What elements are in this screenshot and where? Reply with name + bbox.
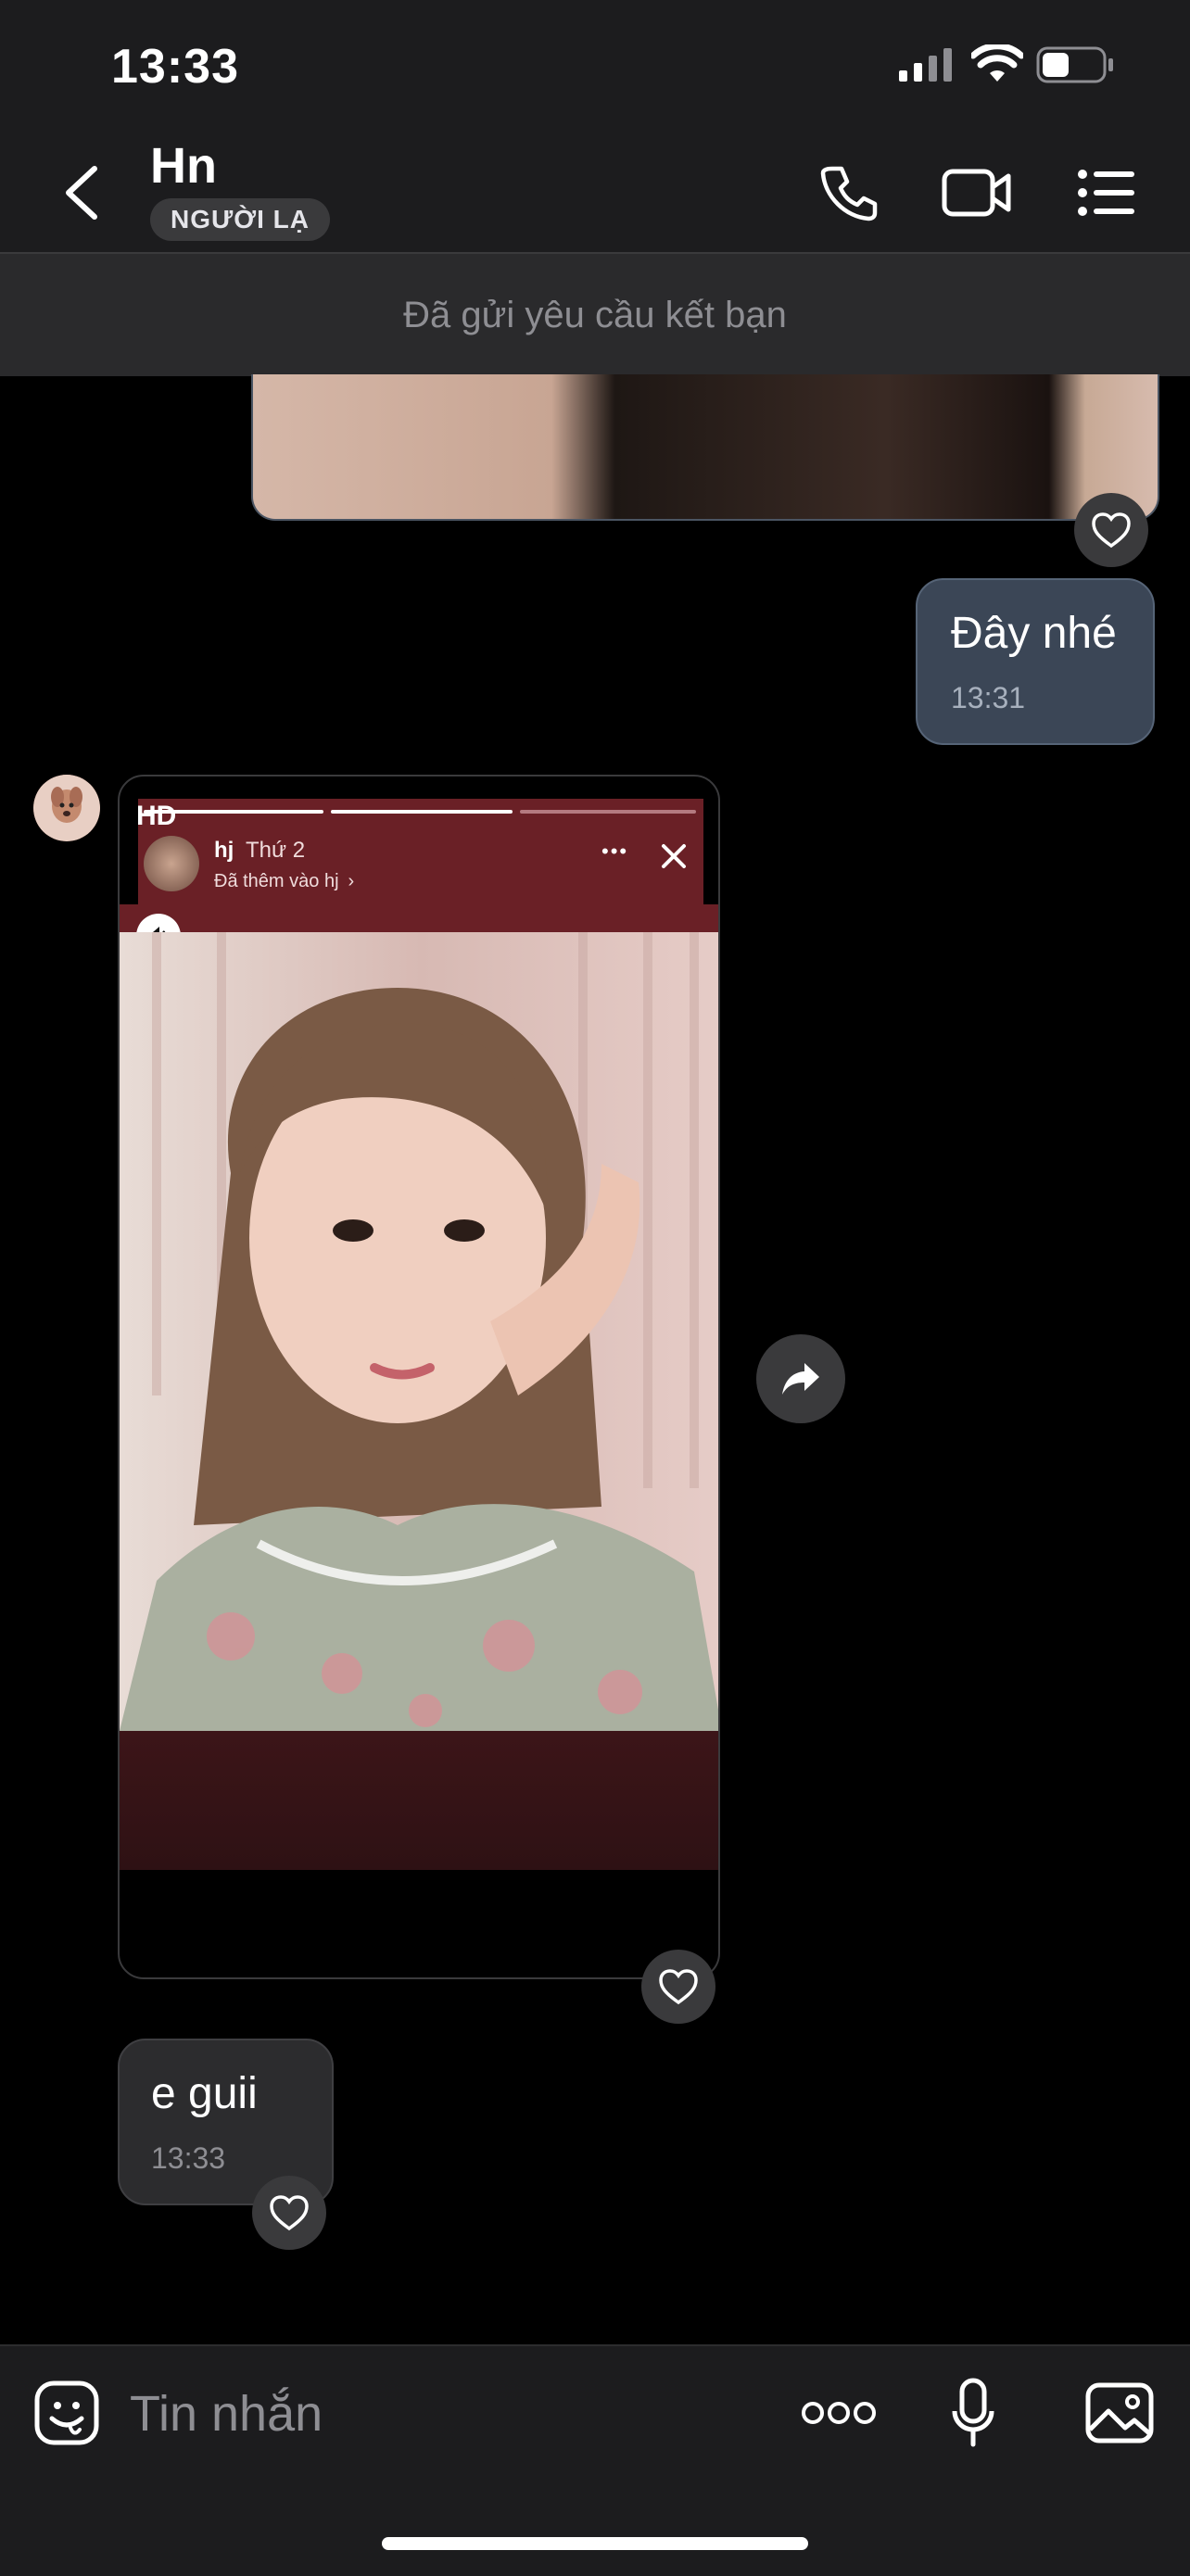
story-added-line: Đã thêm vào hj › bbox=[214, 871, 354, 892]
contact-name[interactable]: Hn bbox=[150, 137, 217, 195]
forward-arrow-icon bbox=[782, 1363, 819, 1395]
wifi-icon bbox=[971, 44, 1023, 82]
story-footer bbox=[120, 1731, 718, 1870]
heart-icon bbox=[270, 2195, 309, 2231]
message-text: Đây nhé bbox=[951, 609, 1117, 658]
more-options-icon[interactable] bbox=[801, 2400, 877, 2426]
message-time: 13:31 bbox=[951, 681, 1026, 714]
message-input[interactable]: Tin nhắn bbox=[130, 2385, 323, 2443]
sticker-icon[interactable] bbox=[33, 2380, 100, 2446]
heart-icon bbox=[1092, 512, 1131, 549]
shared-story-card[interactable]: HD hj Thứ 2 Đã thêm vào hj › ••• bbox=[118, 775, 720, 1979]
story-user-line: hj Thứ 2 bbox=[214, 838, 305, 864]
chevron-right-icon: › bbox=[348, 871, 355, 891]
voice-call-icon[interactable] bbox=[819, 163, 879, 222]
message-text: e guii bbox=[151, 2069, 258, 2118]
status-time: 13:33 bbox=[111, 40, 239, 94]
react-heart-button[interactable] bbox=[1074, 493, 1148, 567]
battery-icon bbox=[1036, 46, 1113, 83]
story-user-avatar bbox=[144, 836, 199, 891]
back-chevron-icon[interactable] bbox=[61, 165, 102, 221]
home-indicator bbox=[382, 2537, 808, 2550]
story-added-text: Đã thêm vào hj bbox=[214, 871, 339, 891]
video-call-icon[interactable] bbox=[942, 167, 1012, 219]
cellular-signal-icon bbox=[899, 48, 952, 82]
avatar[interactable] bbox=[33, 775, 100, 841]
story-close-icon bbox=[662, 844, 686, 868]
gallery-icon[interactable] bbox=[1084, 2381, 1155, 2444]
message-time: 13:33 bbox=[151, 2141, 226, 2175]
friend-request-banner: Đã gửi yêu cầu kết bạn bbox=[0, 252, 1190, 376]
story-photo bbox=[120, 932, 718, 1731]
hd-tag: HD bbox=[136, 801, 177, 831]
avatar-image bbox=[33, 775, 100, 841]
react-heart-button[interactable] bbox=[252, 2176, 326, 2250]
outgoing-message-bubble[interactable]: Đây nhé 13:31 bbox=[916, 578, 1155, 745]
microphone-icon[interactable] bbox=[951, 2378, 995, 2448]
forward-button[interactable] bbox=[756, 1334, 845, 1423]
story-day: Thứ 2 bbox=[246, 838, 306, 863]
story-progress bbox=[144, 810, 696, 814]
heart-icon bbox=[659, 1969, 698, 2005]
story-username: hj bbox=[214, 838, 234, 863]
menu-list-icon[interactable] bbox=[1077, 169, 1136, 217]
story-more-icon: ••• bbox=[601, 840, 629, 863]
react-heart-button[interactable] bbox=[641, 1950, 715, 2024]
story-photo-art bbox=[120, 932, 718, 1731]
stranger-badge: NGƯỜI LẠ bbox=[150, 198, 330, 241]
previous-image-message[interactable] bbox=[251, 374, 1159, 521]
progress-segment bbox=[520, 810, 696, 814]
progress-segment bbox=[331, 810, 513, 814]
